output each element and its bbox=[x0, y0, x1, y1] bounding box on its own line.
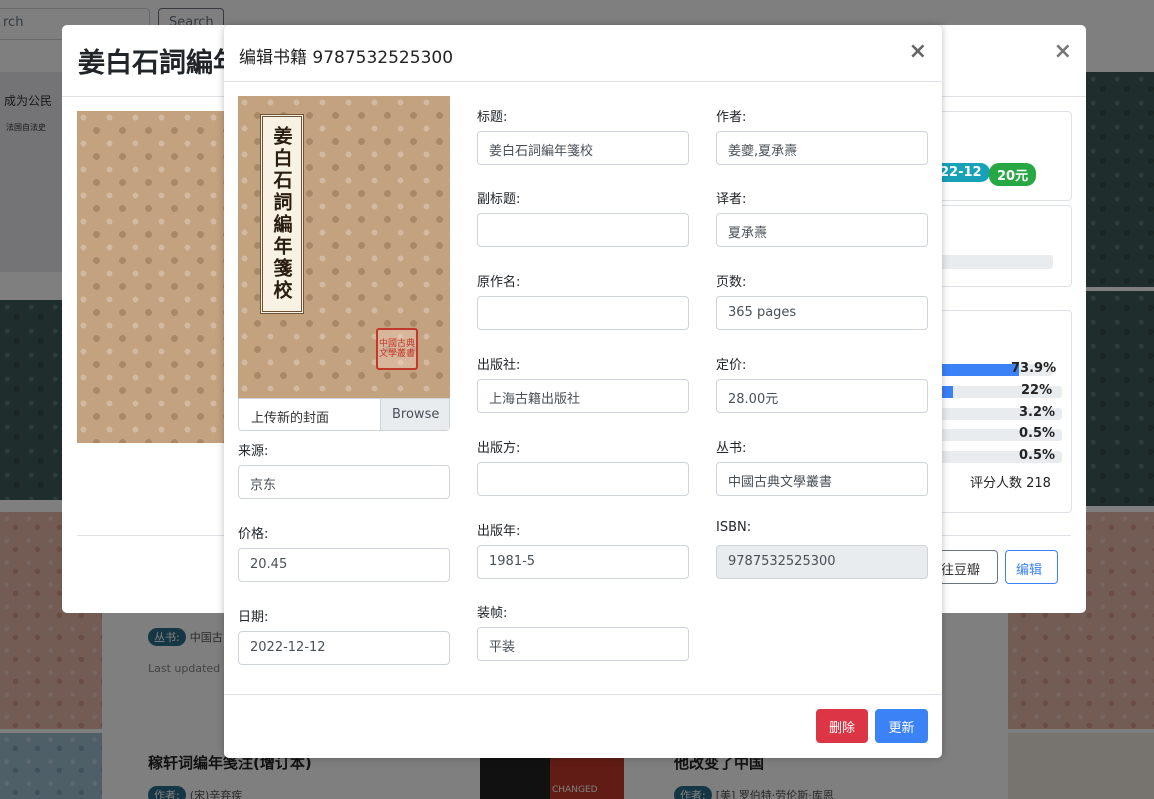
close-icon[interactable]: × bbox=[909, 39, 927, 64]
date-label: 日期: bbox=[238, 610, 269, 625]
date-input[interactable]: 2022-12-12 bbox=[238, 631, 450, 665]
isbn-input: 9787532525300 bbox=[716, 545, 928, 579]
source-label: 来源: bbox=[238, 444, 269, 459]
translator-label: 译者: bbox=[716, 192, 747, 207]
original-title-input[interactable] bbox=[477, 296, 689, 330]
translator-input[interactable]: 夏承燾 bbox=[716, 213, 928, 247]
rating-percent: 3.2% bbox=[1019, 405, 1056, 420]
binding-label: 装帧: bbox=[477, 606, 508, 621]
cover-seal-text: 中國古典文學叢書 bbox=[378, 339, 415, 359]
pages-input[interactable]: 365 pages bbox=[716, 296, 928, 330]
cover-image: 姜白石詞編年箋校 中國古典文學叢書 bbox=[238, 96, 450, 398]
delete-button[interactable]: 删除 bbox=[816, 709, 868, 743]
author-label: 作者: bbox=[716, 110, 747, 125]
rating-percent: 73.9% bbox=[1011, 361, 1057, 376]
publisher-label: 出版社: bbox=[477, 358, 521, 373]
detail-cover-image bbox=[77, 111, 227, 443]
status-card bbox=[922, 205, 1072, 287]
divider bbox=[224, 81, 942, 82]
cover-file-input[interactable]: 上传新的封面 Browse bbox=[238, 398, 450, 431]
list-price-label: 定价: bbox=[716, 358, 747, 373]
producer-input[interactable] bbox=[477, 462, 689, 496]
pubyear-label: 出版年: bbox=[477, 524, 521, 539]
divider bbox=[224, 694, 942, 695]
update-button[interactable]: 更新 bbox=[875, 709, 928, 743]
rating-percent: 22% bbox=[1021, 383, 1053, 398]
title-label: 标题: bbox=[477, 110, 508, 125]
rating-count: 评分人数 218 bbox=[970, 476, 1051, 491]
edit-book-modal: 编辑书籍 9787532525300 × 姜白石詞編年箋校 中國古典文學叢書 上… bbox=[224, 25, 942, 758]
subtitle-label: 副标题: bbox=[477, 192, 521, 207]
cover-seal: 中國古典文學叢書 bbox=[376, 328, 418, 370]
isbn-label: ISBN: bbox=[716, 520, 752, 535]
binding-input[interactable]: 平装 bbox=[477, 627, 689, 661]
price-badge: 20元 bbox=[989, 163, 1037, 186]
pages-label: 页数: bbox=[716, 275, 747, 290]
source-input[interactable]: 京东 bbox=[238, 465, 450, 499]
series-label: 丛书: bbox=[716, 441, 747, 456]
cover-title-text: 姜白石詞編年箋校 bbox=[270, 126, 293, 302]
subtitle-input[interactable] bbox=[477, 213, 689, 247]
rating-percent: 0.5% bbox=[1019, 448, 1056, 463]
publisher-input[interactable]: 上海古籍出版社 bbox=[477, 379, 689, 413]
producer-label: 出版方: bbox=[477, 441, 521, 456]
file-input-label: 上传新的封面 bbox=[251, 411, 330, 426]
pubyear-input[interactable]: 1981-5 bbox=[477, 545, 689, 579]
edit-button[interactable]: 编辑 bbox=[1005, 550, 1058, 584]
original-title-label: 原作名: bbox=[477, 275, 521, 290]
rating-percent: 0.5% bbox=[1019, 426, 1056, 441]
info-card bbox=[922, 111, 1072, 201]
author-input[interactable]: 姜夔,夏承燾 bbox=[716, 131, 928, 165]
price-input[interactable]: 20.45 bbox=[238, 548, 450, 582]
price-label: 价格: bbox=[238, 527, 269, 542]
browse-button[interactable]: Browse bbox=[380, 399, 449, 430]
title-input[interactable]: 姜白石詞編年箋校 bbox=[477, 131, 689, 165]
close-icon[interactable]: × bbox=[1054, 39, 1072, 64]
modal-title: 编辑书籍 9787532525300 bbox=[239, 48, 454, 68]
series-input[interactable]: 中國古典文學叢書 bbox=[716, 462, 928, 496]
list-price-input[interactable]: 28.00元 bbox=[716, 379, 928, 413]
cover-title-label: 姜白石詞編年箋校 bbox=[260, 114, 304, 314]
